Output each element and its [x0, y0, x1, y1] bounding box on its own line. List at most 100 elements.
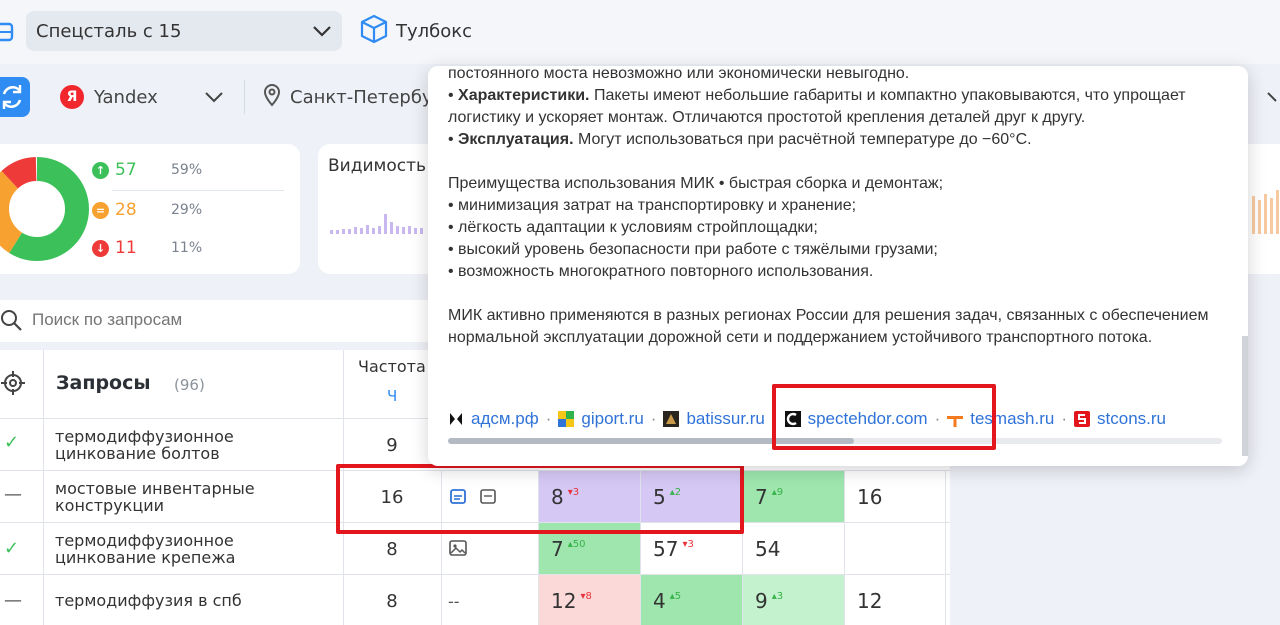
popup-list-item: • минимизация затрат на транспортировку … — [448, 197, 857, 214]
position-delta: ▾3 — [682, 539, 694, 550]
query-text[interactable]: термодиффузионное цинкование крепежа — [55, 532, 295, 566]
image-icon[interactable] — [448, 538, 468, 562]
right-sparkline — [1252, 190, 1279, 234]
query-text[interactable]: мостовые инвентарные конструкции — [55, 480, 295, 514]
popup-bold-title: Характеристики. — [458, 87, 590, 104]
giport-favicon-icon — [558, 411, 575, 427]
popup-list-item: • возможность многократного повторного и… — [448, 263, 874, 280]
search-icon — [0, 309, 24, 337]
status-dash-icon: — — [4, 590, 22, 611]
empty-note: -- — [448, 592, 460, 611]
position-delta: ▴3 — [771, 591, 784, 602]
popup-text: постоянного моста невозможно или экономи… — [448, 66, 1228, 349]
stat-down-count: 11 — [115, 238, 137, 258]
position-value: 7 — [755, 485, 768, 509]
engine-label: Yandex — [94, 86, 158, 108]
queries-header[interactable]: Запросы — [56, 372, 151, 394]
source-link[interactable]: giport.ru — [558, 409, 644, 429]
search-input[interactable] — [32, 310, 412, 330]
popup-paragraph: Преимущества использования МИК • быстрая… — [448, 175, 944, 192]
toolbox-link[interactable]: Тулбокс — [360, 14, 472, 48]
adsm-favicon-icon — [448, 411, 464, 427]
position-cell[interactable]: 54 — [743, 523, 844, 574]
chevron-down-icon — [310, 19, 334, 48]
position-delta: ▾8 — [580, 591, 592, 602]
region-label: Санкт-Петербург — [290, 86, 432, 108]
chevron-down-icon[interactable] — [202, 86, 226, 112]
position-value: 12 — [857, 589, 883, 613]
position-value: 7 — [551, 537, 564, 561]
stat-down-pct: 11% — [171, 240, 203, 256]
position-cell[interactable]: 16 — [845, 471, 945, 522]
chevron-down-icon[interactable] — [1266, 86, 1280, 112]
frequency-sub-header[interactable]: Ч — [387, 387, 397, 405]
search-engine-select[interactable]: Я Yandex — [60, 84, 158, 110]
stat-up-count: 57 — [115, 160, 137, 180]
status-check-icon: ✓ — [4, 538, 20, 559]
popup-list-item: • высокий уровень безопасности при работ… — [448, 241, 938, 258]
position-value: 4 — [653, 589, 666, 613]
position-cell[interactable]: 12 ▾8 — [539, 575, 640, 625]
frequency-header[interactable]: Частота — [358, 357, 438, 376]
positions-summary-card: ↑ 57 59% = 28 29% ↓ 11 11% — [0, 144, 300, 274]
popup-paragraph: постоянного моста невозможно или экономи… — [448, 66, 910, 82]
separator: · — [1061, 409, 1068, 428]
position-cell[interactable]: 12 — [845, 575, 945, 625]
frequency-value: 8 — [386, 539, 398, 560]
position-delta: ▴50 — [567, 539, 586, 550]
popup-paragraph: • Эксплуатация. Могут использоваться при… — [448, 131, 1032, 148]
popup-paragraph: • Характеристики. Пакеты имеют небольшие… — [448, 87, 1186, 126]
arrow-down-icon: ↓ — [92, 239, 109, 257]
source-link[interactable]: адсм.рф — [448, 409, 539, 429]
popup-paragraph-text: Могут использоваться при расчётной темпе… — [573, 131, 1032, 148]
toolbox-label: Тулбокс — [396, 20, 473, 42]
popup-list-item: • лёгкость адаптации к условиям стройпло… — [448, 219, 818, 236]
position-delta: ▴5 — [669, 591, 682, 602]
positions-donut-chart — [0, 157, 89, 261]
source-link[interactable]: batissur.ru — [663, 409, 765, 429]
source-name: адсм.рф — [471, 409, 539, 428]
yandex-logo-icon: Я — [60, 85, 84, 109]
project-name: Спецсталь с 15 — [36, 20, 182, 42]
visibility-label: Видимость — [328, 156, 427, 176]
project-select[interactable]: Спецсталь с 15 — [26, 11, 342, 51]
popup-paragraph: МИК активно применяются в разных региона… — [448, 307, 1209, 346]
source-link[interactable]: stcons.ru — [1074, 409, 1166, 429]
status-check-icon: ✓ — [4, 432, 20, 453]
refresh-icon — [2, 85, 22, 109]
position-cell[interactable]: 7 ▴9 — [743, 471, 844, 522]
source-name: stcons.ru — [1097, 409, 1166, 428]
position-value: 54 — [755, 537, 781, 561]
position-cell[interactable]: 9 ▴3 — [743, 575, 844, 625]
right-chart-card — [1244, 144, 1280, 274]
position-value: 12 — [551, 589, 577, 613]
stat-up-pct: 59% — [171, 162, 203, 178]
position-delta: ▴9 — [771, 487, 784, 498]
frequency-value: 8 — [386, 591, 398, 612]
visibility-sparkline — [330, 214, 423, 234]
briefcase-icon — [0, 12, 14, 50]
query-text[interactable]: термодиффузия в спб — [55, 592, 295, 609]
arrow-up-icon: ↑ — [92, 161, 109, 179]
divider — [244, 80, 245, 114]
refresh-button[interactable] — [0, 77, 30, 117]
stat-down: ↓ 11 11% — [92, 238, 202, 258]
queries-count: (96) — [174, 376, 205, 394]
stat-up: ↑ 57 59% — [92, 160, 202, 180]
highlight-box — [336, 464, 744, 534]
status-dash-icon: — — [4, 484, 22, 505]
query-text[interactable]: термодиффузионное цинкование болтов — [55, 428, 295, 462]
region-select[interactable]: Санкт-Петербург — [262, 84, 432, 110]
target-icon[interactable] — [0, 370, 26, 400]
separator: · — [650, 409, 657, 428]
frequency-value: 9 — [386, 435, 398, 456]
vertical-scrollbar[interactable] — [1242, 336, 1248, 456]
stat-same-count: 28 — [115, 200, 137, 220]
equals-icon: = — [92, 201, 109, 219]
batissur-favicon-icon — [663, 411, 680, 427]
location-pin-icon — [262, 84, 282, 110]
divider — [112, 190, 284, 191]
position-value: 9 — [755, 589, 768, 613]
highlight-box — [772, 384, 996, 450]
position-cell[interactable]: 4 ▴5 — [641, 575, 742, 625]
